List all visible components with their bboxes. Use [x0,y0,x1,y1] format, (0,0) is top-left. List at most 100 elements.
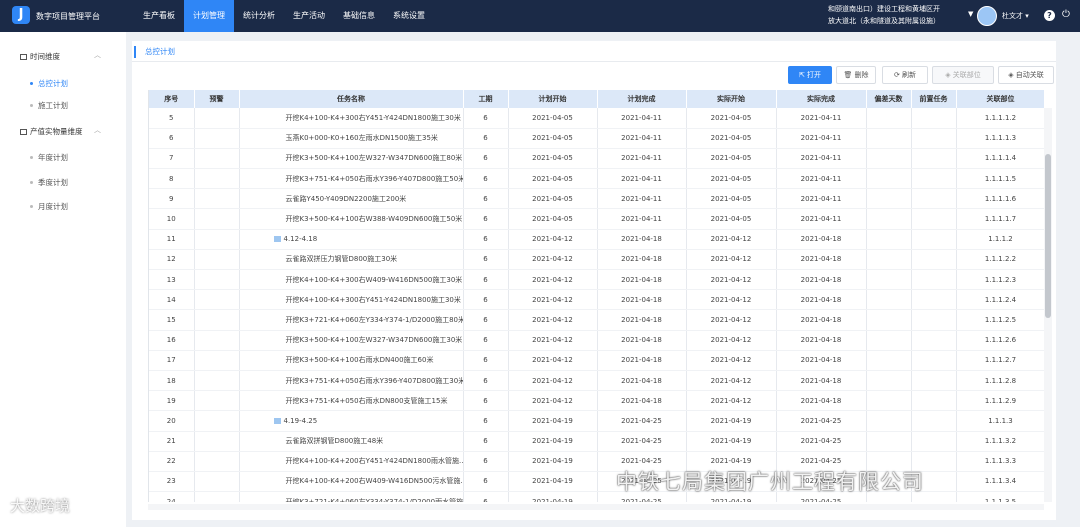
duration: 6 [463,330,509,351]
task-name: 开挖K3+751-K4+050右雨水Y396-Y407D800施工30米 [239,370,464,392]
deviation-days [866,188,912,210]
column-header[interactable]: 任务名称 [239,90,464,108]
column-header[interactable]: 实际开始 [686,90,777,108]
divider [132,61,1056,62]
plan-start: 2021-04-05 [508,208,598,230]
sidebar-item-annual-plan[interactable]: 年度计划 [30,152,68,163]
table-row[interactable]: 20 4.19-4.25 6 2021-04-19 2021-04-25 2021-04-… [149,410,1044,432]
table-row[interactable]: 19 开挖K3+751-K4+050右雨水DN800支管施工15米 6 2021-04… [149,390,1044,412]
table-row[interactable]: 12 云雀路双拼压力钢管D800施工30米 6 2021-04-12 2021-04-1… [149,249,1044,271]
duration: 6 [463,188,509,210]
table-row[interactable]: 9 云雀路Y450-Y409DN2200施工200米 6 2021-04-05 2021… [149,188,1044,210]
column-header[interactable]: 偏差天数 [866,90,912,108]
duration: 6 [463,390,509,412]
column-header[interactable]: 预警 [194,90,240,108]
actual-start: 2021-04-05 [686,208,777,230]
table-row[interactable]: 10 开挖K3+500-K4+100右W388-W409DN600施工50米 6 20… [149,208,1044,230]
column-header[interactable]: 计划完成 [597,90,687,108]
folder-icon[interactable] [273,236,281,243]
nav-item-dashboard[interactable]: 生产看板 [134,0,184,32]
plan-start: 2021-04-05 [508,168,598,190]
nav-item-system-settings[interactable]: 系统设置 [384,0,434,32]
refresh-button[interactable]: ⟳ 刷新 [882,66,928,84]
warning-cell [194,128,240,149]
sidebar-group-time[interactable]: 时间维度 [20,51,60,62]
vertical-scrollbar[interactable] [1044,108,1052,502]
chevron-up-icon[interactable]: ︿ [94,125,101,135]
actual-start: 2021-04-12 [686,269,777,291]
nav-item-statistics[interactable]: 统计分析 [234,0,284,32]
column-header[interactable]: 工期 [463,90,509,108]
chevron-up-icon[interactable]: ︿ [94,50,101,60]
column-header[interactable]: 实际完成 [776,90,867,108]
predecessor [911,229,957,250]
table-row[interactable]: 8 开挖K3+751-K4+050右雨水Y396-Y407D800施工50米 6 20… [149,168,1044,190]
column-header[interactable]: 关联部位 [956,90,1044,108]
project-selector[interactable]: 和颐道南出口）建设工程和黄埔区开 放大道北（永和隧道及其附属设施） [828,3,974,27]
sidebar-group-output[interactable]: 产值实物量维度 [20,126,83,137]
scrollbar-thumb[interactable] [1045,154,1051,318]
task-name-text: 开挖K3+500-K4+100右雨水DN400施工60米 [285,356,434,365]
related-part-button[interactable]: ◈ 关联部位 [932,66,994,84]
warning-cell [194,390,240,412]
row-number: 19 [149,390,195,412]
open-button[interactable]: ⇱ 打开 [788,66,832,84]
user-name[interactable]: 杜文才 ▾ [1002,11,1029,21]
caret-down-icon[interactable]: ▼ [968,10,973,18]
warning-cell [194,370,240,392]
table-row[interactable]: 21 云雀路双拼钢管D800施工48米 6 2021-04-19 2021-04-25 2… [149,431,1044,452]
table-row[interactable]: 14 开挖K4+100-K4+300右Y451-Y424DN1800施工30米 6 2… [149,289,1044,311]
actual-start: 2021-04-05 [686,148,777,170]
horizontal-scrollbar[interactable] [148,504,1044,510]
row-number: 24 [149,491,195,502]
help-icon[interactable]: ? [1044,10,1055,21]
plan-end: 2021-04-18 [597,249,687,271]
actual-end: 2021-04-25 [776,431,867,452]
deviation-days [866,370,912,392]
actual-start: 2021-04-05 [686,128,777,149]
table-row[interactable]: 17 开挖K3+500-K4+100右雨水DN400施工60米 6 2021-04-1… [149,350,1044,371]
delete-button[interactable]: 🗑 删除 [836,66,876,84]
plan-start: 2021-04-05 [508,128,598,149]
avatar[interactable] [977,6,997,26]
sidebar-item-construction-plan[interactable]: 施工计划 [30,100,68,111]
sidebar-item-quarterly-plan[interactable]: 季度计划 [30,177,68,188]
actual-start: 2021-04-05 [686,188,777,210]
auto-link-button[interactable]: ◈ 自动关联 [998,66,1054,84]
predecessor [911,370,957,392]
table-row[interactable]: 15 开挖K3+721-K4+060左Y334-Y374-1/D2000施工80米… [149,309,1044,331]
column-header[interactable]: 前置任务 [911,90,957,108]
actual-end: 2021-04-11 [776,128,867,149]
actual-end: 2021-04-18 [776,390,867,412]
nav-item-production[interactable]: 生产活动 [284,0,334,32]
table-row[interactable]: 16 开挖K3+500-K4+100左W327-W347DN600施工30米 6 20… [149,330,1044,351]
folder-icon[interactable] [273,417,281,424]
deviation-days [866,208,912,230]
plan-start: 2021-04-19 [508,491,598,502]
sidebar-item-master-plan[interactable]: 总控计划 [30,78,68,89]
power-icon[interactable]: ⏻ [1062,9,1070,20]
table-row[interactable]: 5 开挖K4+100-K4+300右Y451-Y424DN1800施工30米 6 20… [149,108,1044,129]
column-header[interactable]: 计划开始 [508,90,598,108]
actual-end: 2021-04-18 [776,249,867,271]
row-number: 13 [149,269,195,291]
actual-start: 2021-04-19 [686,431,777,452]
table-row[interactable]: 18 开挖K3+751-K4+050右雨水Y396-Y407D800施工30米 6 2… [149,370,1044,392]
related-part: 1.1.1.2.7 [956,350,1044,371]
task-name-text: 开挖K4+100-K4+200右Y451-Y424DN1800雨水管施... [285,457,463,466]
duration: 6 [463,410,509,432]
duration: 6 [463,108,509,129]
column-header[interactable]: 序号 [149,90,195,108]
duration: 6 [463,491,509,502]
table-row[interactable]: 11 4.12-4.18 6 2021-04-12 2021-04-18 2021-04-… [149,229,1044,250]
sidebar-item-monthly-plan[interactable]: 月度计划 [30,201,68,212]
table-row[interactable]: 6 玉燕K0+000-K0+160左雨水DN1500施工35米 6 2021-04-0… [149,128,1044,149]
warning-cell [194,309,240,331]
table-row[interactable]: 13 开挖K4+100-K4+300右W409-W416DN500施工30米 6 20… [149,269,1044,291]
app-logo-icon[interactable]: J [12,6,30,24]
task-name-text: 开挖K4+100-K4+200右W409-W416DN500污水管施... [285,477,463,486]
warning-cell [194,289,240,311]
table-row[interactable]: 7 开挖K3+500-K4+100左W327-W347DN600施工80米 6 202… [149,148,1044,170]
nav-item-plan-management[interactable]: 计划管理 [184,0,234,32]
nav-item-basic-info[interactable]: 基础信息 [334,0,384,32]
